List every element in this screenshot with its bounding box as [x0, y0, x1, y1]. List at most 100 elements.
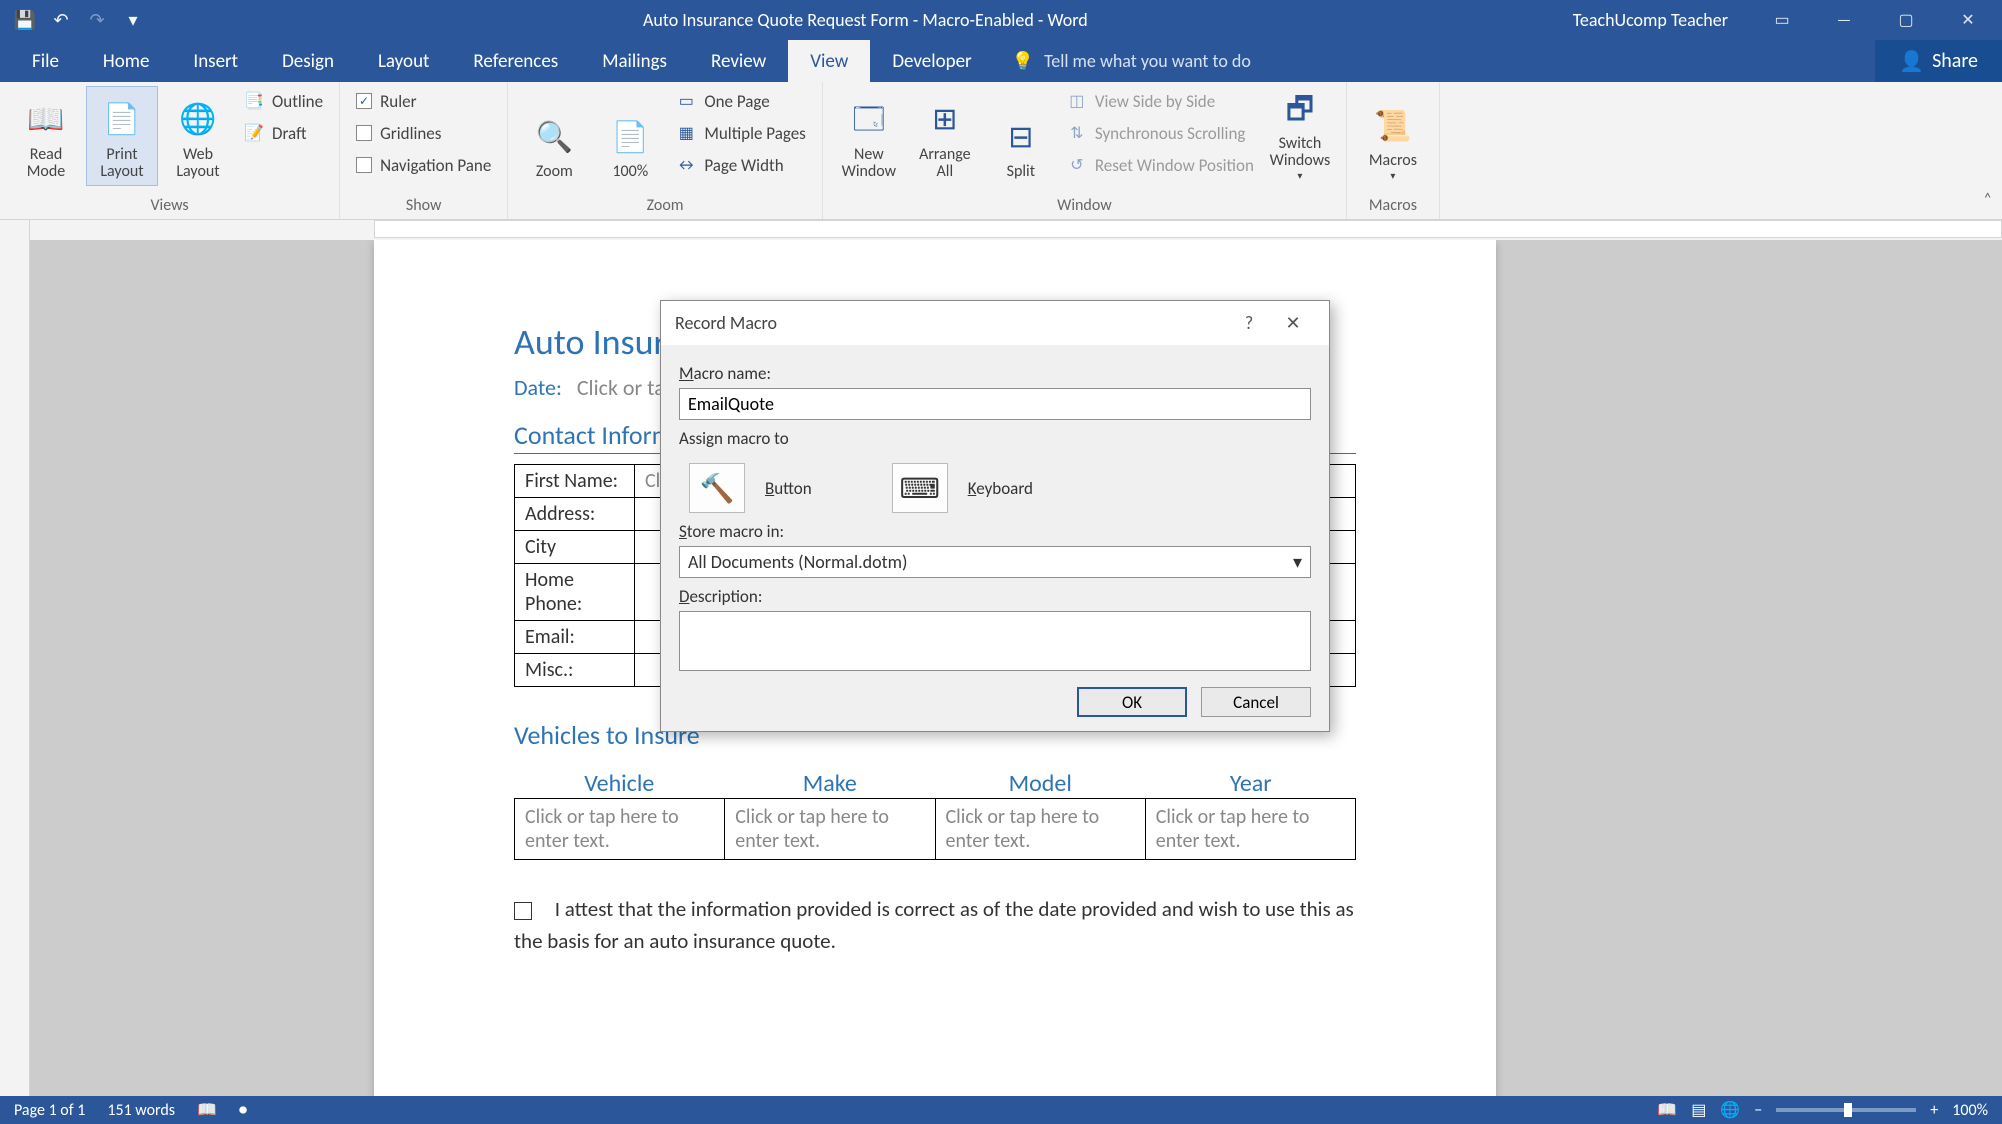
ribbon-options-icon[interactable]: ▭	[1752, 0, 1812, 40]
title-bar: 💾 ↶ ↷ ▾ Auto Insurance Quote Request For…	[0, 0, 2002, 40]
web-layout-view-icon[interactable]: 🌐	[1720, 1100, 1740, 1120]
tab-insert[interactable]: Insert	[171, 40, 260, 82]
description-input[interactable]	[679, 611, 1311, 671]
zoom-out-icon[interactable]: −	[1754, 1101, 1762, 1120]
web-layout-label: Web Layout	[165, 146, 231, 181]
side-by-side-button[interactable]: ◫ View Side by Side	[1061, 86, 1260, 116]
group-zoom: 🔍Zoom 📄100% ▭One Page ▦Multiple Pages ↔ P…	[508, 82, 823, 219]
tab-view[interactable]: View	[788, 40, 870, 82]
tab-layout[interactable]: Layout	[356, 40, 451, 82]
macro-record-icon[interactable]: ⏺	[239, 1101, 247, 1120]
maximize-icon[interactable]: ▢	[1876, 0, 1936, 40]
zoom-in-icon[interactable]: +	[1930, 1101, 1938, 1120]
ok-button[interactable]: OK	[1077, 687, 1187, 717]
arrange-all-button[interactable]: ⊞ Arrange All	[909, 86, 981, 186]
record-macro-dialog: Record Macro ? ✕ Macro name: Assign macr…	[660, 300, 1330, 732]
veh-cell-model[interactable]: Click or tap here to enter text.	[935, 799, 1145, 860]
gridlines-checkbox[interactable]: Gridlines	[350, 118, 497, 148]
quick-access-toolbar: 💾 ↶ ↷ ▾	[0, 9, 158, 31]
assign-button-option[interactable]: 🔨 Button	[689, 463, 812, 513]
reset-pos-button[interactable]: ↺Reset Window Position	[1061, 150, 1260, 180]
page-status[interactable]: Page 1 of 1	[14, 1101, 85, 1120]
new-window-label: New Window	[836, 146, 902, 181]
outline-button[interactable]: 📑Outline	[238, 86, 329, 116]
horizontal-ruler[interactable]	[0, 220, 2002, 240]
macros-button[interactable]: 📜Macros▾	[1357, 86, 1429, 186]
zoom-100-button[interactable]: 📄100%	[594, 86, 666, 186]
print-layout-button[interactable]: 📄 Print Layout	[86, 86, 158, 186]
side-by-side-label: View Side by Side	[1095, 91, 1215, 112]
arrange-all-icon: ⊞	[925, 100, 965, 140]
store-macro-select[interactable]: All Documents (Normal.dotm) ▾	[679, 546, 1311, 578]
tab-developer[interactable]: Developer	[870, 40, 993, 82]
minimize-icon[interactable]: —	[1814, 0, 1874, 40]
tab-review[interactable]: Review	[689, 40, 788, 82]
tab-design[interactable]: Design	[260, 40, 356, 82]
switch-windows-label: Switch Windows	[1267, 135, 1333, 170]
word-count[interactable]: 151 words	[107, 1101, 175, 1120]
group-zoom-label: Zoom	[518, 196, 812, 217]
zoom-100-icon: 📄	[610, 117, 650, 157]
veh-cell-make[interactable]: Click or tap here to enter text.	[725, 799, 935, 860]
page-width-button[interactable]: ↔ Page Width	[670, 150, 812, 180]
collapse-ribbon-icon[interactable]: ˄	[1983, 190, 1992, 209]
print-layout-view-icon[interactable]: ▤	[1691, 1100, 1706, 1120]
switch-windows-button[interactable]: 🗗Switch Windows▾	[1264, 86, 1336, 186]
spellcheck-icon[interactable]: 📖	[197, 1100, 217, 1120]
read-mode-button[interactable]: 📖 Read Mode	[10, 86, 82, 186]
city-label: City	[515, 531, 635, 564]
qat-more-icon[interactable]: ▾	[122, 9, 144, 31]
veh-cell-year[interactable]: Click or tap here to enter text.	[1145, 799, 1355, 860]
share-label: Share	[1932, 49, 1978, 73]
date-label: Date:	[514, 374, 562, 401]
share-button[interactable]: 👤 Share	[1875, 40, 2002, 82]
tab-references[interactable]: References	[451, 40, 580, 82]
page-width-label: Page Width	[704, 155, 783, 176]
side-by-side-icon: ◫	[1067, 91, 1087, 111]
vertical-ruler[interactable]	[0, 240, 30, 1106]
read-mode-icon: 📖	[26, 100, 66, 140]
gridlines-label: Gridlines	[380, 123, 441, 144]
checkbox-icon	[356, 157, 372, 173]
redo-icon[interactable]: ↷	[86, 9, 108, 31]
zoom-button[interactable]: 🔍Zoom	[518, 86, 590, 186]
tab-mailings[interactable]: Mailings	[580, 40, 689, 82]
address-label: Address:	[515, 498, 635, 531]
store-macro-value: All Documents (Normal.dotm)	[688, 551, 907, 573]
one-page-button[interactable]: ▭One Page	[670, 86, 812, 116]
hammer-icon: 🔨	[689, 463, 745, 513]
zoom-slider[interactable]	[1776, 1108, 1916, 1112]
sync-scroll-button[interactable]: ⇅Synchronous Scrolling	[1061, 118, 1260, 148]
undo-icon[interactable]: ↶	[50, 9, 72, 31]
draft-button[interactable]: 📝Draft	[238, 118, 329, 148]
tab-home[interactable]: Home	[81, 40, 172, 82]
new-window-button[interactable]: 🗔New Window	[833, 86, 905, 186]
attest-checkbox[interactable]	[514, 902, 532, 920]
zoom-level[interactable]: 100%	[1952, 1101, 1988, 1120]
dialog-help-icon[interactable]: ?	[1227, 312, 1271, 334]
ruler-checkbox[interactable]: ✓Ruler	[350, 86, 497, 116]
save-icon[interactable]: 💾	[14, 9, 36, 31]
assign-keyboard-option[interactable]: ⌨ Keyboard	[892, 463, 1033, 513]
macro-name-input[interactable]	[679, 388, 1311, 420]
tab-file[interactable]: File	[10, 40, 81, 82]
dialog-close-icon[interactable]: ✕	[1271, 312, 1315, 334]
navpane-checkbox[interactable]: Navigation Pane	[350, 150, 497, 180]
window-title: Auto Insurance Quote Request Form - Macr…	[158, 9, 1573, 31]
cancel-button[interactable]: Cancel	[1201, 687, 1311, 717]
tell-me[interactable]: 💡 Tell me what you want to do	[994, 40, 1269, 82]
veh-cell-vehicle[interactable]: Click or tap here to enter text.	[515, 799, 725, 860]
dialog-titlebar: Record Macro ? ✕	[661, 301, 1329, 345]
read-mode-view-icon[interactable]: 📖	[1657, 1100, 1677, 1120]
web-layout-button[interactable]: 🌐 Web Layout	[162, 86, 234, 186]
arrange-all-label: Arrange All	[912, 146, 978, 181]
sync-scroll-icon: ⇅	[1067, 123, 1087, 143]
multi-page-button[interactable]: ▦Multiple Pages	[670, 118, 812, 148]
page-width-icon: ↔	[676, 155, 696, 175]
dialog-title: Record Macro	[675, 312, 777, 334]
print-layout-label: Print Layout	[89, 146, 155, 181]
close-icon[interactable]: ✕	[1938, 0, 1998, 40]
split-button[interactable]: ⊟Split	[985, 86, 1057, 186]
assign-keyboard-label: Keyboard	[968, 478, 1033, 499]
split-icon: ⊟	[1001, 117, 1041, 157]
